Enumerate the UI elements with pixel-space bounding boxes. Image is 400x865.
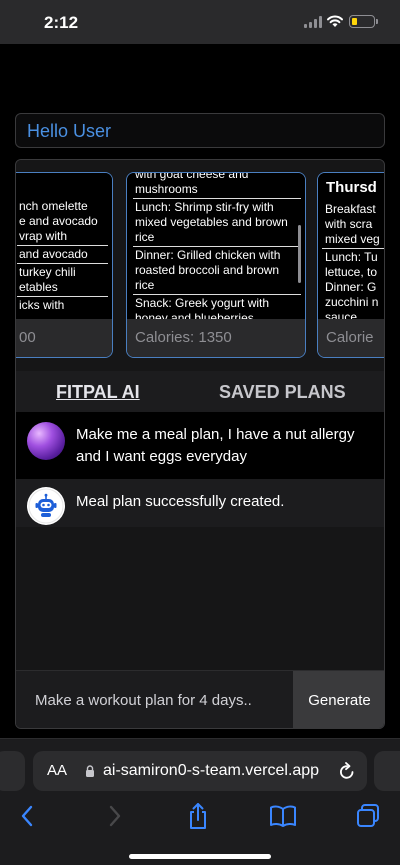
meal-line: mixed veg bbox=[325, 232, 380, 246]
meal-line: vrap with bbox=[19, 229, 68, 243]
status-bar: 2:12 bbox=[0, 0, 400, 44]
meal-line: with scra bbox=[325, 217, 373, 231]
card-body: nch omelette e and avocado vrap with and… bbox=[16, 173, 112, 319]
robot-icon bbox=[28, 488, 64, 524]
tab-bar: FITPAL AI SAVED PLANS bbox=[16, 371, 384, 412]
tab-fitpal-ai[interactable]: FITPAL AI bbox=[56, 382, 140, 403]
back-icon[interactable] bbox=[13, 801, 43, 831]
meal-line: honey and blueberries bbox=[135, 311, 254, 319]
aa-label: AA bbox=[47, 762, 68, 779]
greeting-box: Hello User bbox=[15, 113, 385, 148]
meal-line: Lunch: Shrimp stir-fry with bbox=[135, 200, 274, 214]
calories-text: Calorie bbox=[326, 329, 374, 346]
divider bbox=[133, 198, 301, 199]
card-footer: Calories: 1350 bbox=[127, 319, 305, 357]
home-indicator bbox=[129, 854, 271, 859]
card-footer: 00 bbox=[16, 319, 112, 357]
meal-plan-card[interactable]: nch omelette e and avocado vrap with and… bbox=[16, 172, 113, 358]
next-tab-preview[interactable] bbox=[374, 751, 400, 791]
prompt-input[interactable] bbox=[16, 671, 293, 728]
meal-line: e and avocado bbox=[19, 214, 98, 228]
reload-icon[interactable] bbox=[338, 761, 356, 781]
user-avatar bbox=[27, 422, 65, 460]
forward-icon[interactable] bbox=[99, 801, 129, 831]
meal-plan-carousel[interactable]: nch omelette e and avocado vrap with and… bbox=[16, 160, 384, 371]
share-icon[interactable] bbox=[183, 801, 213, 831]
card-body: Thursd Breakfast with scra mixed veg Lun… bbox=[318, 173, 384, 319]
divider bbox=[322, 248, 384, 249]
lock-icon bbox=[86, 765, 94, 777]
meal-line: mixed vegetables and brown bbox=[135, 215, 288, 229]
meal-line: icks with bbox=[19, 298, 65, 312]
scrollbar[interactable] bbox=[298, 225, 301, 283]
meal-line: roasted broccoli and brown bbox=[135, 263, 280, 277]
meal-line: rice bbox=[135, 230, 155, 244]
meal-line: Dinner: Grilled chicken with bbox=[135, 248, 281, 262]
divider bbox=[17, 245, 108, 246]
url-text[interactable]: ai-samiron0-s-team.vercel.app bbox=[103, 762, 319, 780]
meal-line: etables bbox=[19, 280, 58, 294]
meal-line: Breakfast bbox=[325, 202, 376, 216]
meal-line: and avocado bbox=[19, 247, 88, 261]
meal-line: sauce bbox=[325, 310, 358, 319]
status-time: 2:12 bbox=[44, 13, 79, 32]
wifi-icon bbox=[327, 15, 343, 27]
meal-line: with goat cheese and bbox=[135, 173, 249, 181]
tabs-icon[interactable] bbox=[353, 801, 383, 831]
main-panel: nch omelette e and avocado vrap with and… bbox=[15, 159, 385, 729]
card-footer: Calorie bbox=[318, 319, 384, 357]
meal-line: zucchini n bbox=[325, 295, 379, 309]
bot-message: Meal plan successfully created. bbox=[16, 479, 384, 527]
calories-text: Calories: 1350 bbox=[135, 329, 232, 346]
signal-icon bbox=[304, 16, 322, 28]
browser-toolbar: AA ai-samiron0-s-team.vercel.app bbox=[0, 738, 400, 865]
battery-icon bbox=[349, 15, 375, 28]
meal-line: rice bbox=[135, 278, 155, 292]
generate-button[interactable]: Generate bbox=[293, 671, 384, 728]
prompt-input-row: Generate bbox=[16, 670, 384, 728]
meal-line: mushrooms bbox=[135, 182, 198, 196]
meal-line: lettuce, to bbox=[325, 265, 378, 279]
battery-cap bbox=[376, 19, 378, 24]
meal-line: Dinner: G bbox=[325, 280, 377, 294]
bot-message-text: Meal plan successfully created. bbox=[76, 493, 285, 510]
user-message-text: Make me a meal plan, I have a nut allerg… bbox=[76, 426, 355, 465]
meal-line: Snack: Greek yogurt with bbox=[135, 296, 270, 310]
previous-tab-preview[interactable] bbox=[0, 751, 25, 791]
bot-avatar bbox=[27, 487, 65, 525]
greeting-text: Hello User bbox=[27, 121, 112, 141]
meal-line: nch omelette bbox=[19, 199, 88, 213]
meal-plan-card[interactable]: with goat cheese and mushrooms Lunch: Sh… bbox=[126, 172, 306, 358]
meal-line: turkey chili bbox=[19, 265, 76, 279]
divider bbox=[17, 296, 108, 297]
browser-nav-row bbox=[0, 801, 400, 837]
tab-saved-plans[interactable]: SAVED PLANS bbox=[219, 382, 346, 403]
card-body: with goat cheese and mushrooms Lunch: Sh… bbox=[127, 173, 305, 319]
user-message: Make me a meal plan, I have a nut allerg… bbox=[16, 412, 384, 479]
meal-plan-card[interactable]: Thursd Breakfast with scra mixed veg Lun… bbox=[317, 172, 384, 358]
divider bbox=[133, 294, 301, 295]
calories-text: 00 bbox=[19, 329, 36, 346]
divider bbox=[17, 263, 108, 264]
bookmarks-icon[interactable] bbox=[268, 801, 298, 831]
address-bar[interactable]: AA ai-samiron0-s-team.vercel.app bbox=[33, 751, 367, 791]
meal-line: Lunch: Tu bbox=[325, 250, 378, 264]
card-day-title: Thursd bbox=[326, 179, 377, 196]
text-size-button[interactable]: AA bbox=[47, 762, 67, 779]
divider bbox=[133, 246, 301, 247]
